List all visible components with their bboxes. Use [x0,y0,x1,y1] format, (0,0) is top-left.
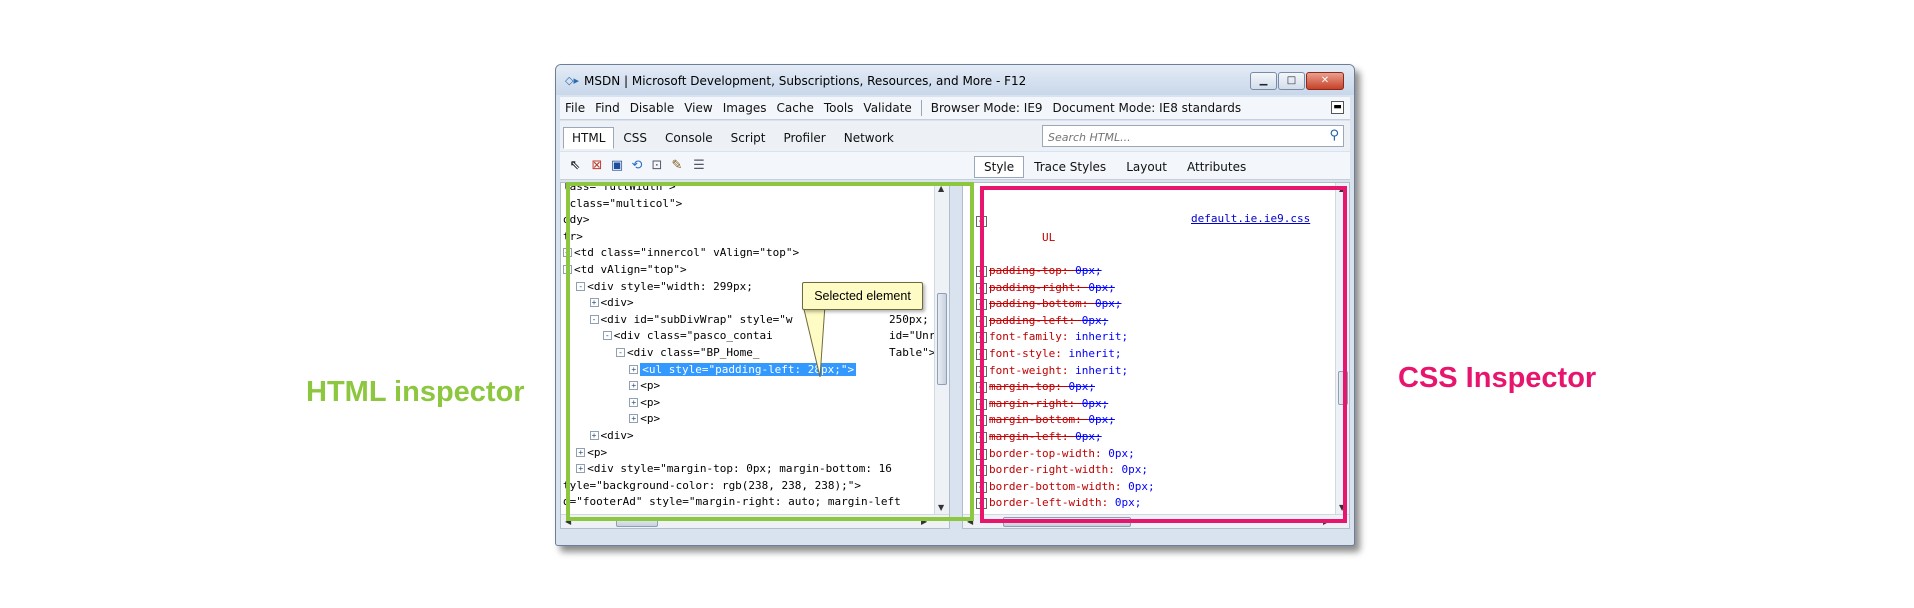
save-icon[interactable]: ▣ [608,157,626,175]
html-inspector-label: HTML inspector [306,376,525,408]
tab-trace-styles[interactable]: Trace Styles [1024,156,1116,178]
refresh-icon[interactable]: ⟲ [628,157,646,175]
edit-icon[interactable]: ✎ [668,157,686,175]
html-inspector-highlight [566,182,974,521]
toolbar: ⇖ ⊠ ▣ ⟲ ⊡ ✎ ☰ Style Trace Styles Layout … [560,152,1350,180]
search-box: ⚲ [1042,125,1344,148]
tab-profiler[interactable]: Profiler [774,127,834,149]
css-inspector-highlight [980,186,1347,523]
word-wrap-icon[interactable]: ☰ [690,157,708,175]
tab-script[interactable]: Script [722,127,775,149]
maximize-button[interactable]: □ [1278,72,1305,90]
css-property-row[interactable]: ✓border-right-style: none; [963,528,1333,529]
menu-bar: File Find Disable View Images Cache Tool… [560,97,1350,120]
menu-disable[interactable]: Disable [625,101,680,115]
clear-icon[interactable]: ⊠ [588,157,606,175]
search-input[interactable] [1043,127,1313,148]
menu-divider [920,100,922,116]
document-mode-menu[interactable]: Document Mode: IE8 standards [1048,101,1247,115]
devtools-icon: ◇▸ [565,74,579,87]
menu-images[interactable]: Images [718,101,772,115]
window-title: MSDN | Microsoft Development, Subscripti… [584,74,1027,88]
search-icon[interactable]: ⚲ [1329,128,1339,143]
tab-css[interactable]: CSS [614,127,656,149]
undock-icon[interactable]: ▬ [1331,101,1344,114]
tab-bar: HTML CSS Console Script Profiler Network… [560,121,1350,151]
tab-layout[interactable]: Layout [1116,156,1177,178]
title-bar: ◇▸ MSDN | Microsoft Development, Subscri… [556,65,1354,95]
menu-tools[interactable]: Tools [819,101,859,115]
menu-view[interactable]: View [679,101,717,115]
css-inspector-label: CSS Inspector [1398,362,1597,394]
menu-file[interactable]: File [560,101,590,115]
tab-style[interactable]: Style [974,156,1025,178]
tab-attributes[interactable]: Attributes [1177,156,1256,178]
tab-network[interactable]: Network [835,127,903,149]
minimize-button[interactable]: ▁ [1250,72,1277,90]
select-element-icon[interactable]: ⇖ [566,157,584,175]
close-button[interactable]: ✕ [1306,72,1344,90]
tab-console[interactable]: Console [656,127,722,149]
browser-mode-menu[interactable]: Browser Mode: IE9 [926,101,1048,115]
dom-icon[interactable]: ⊡ [648,157,666,175]
menu-validate[interactable]: Validate [858,101,916,115]
tab-html[interactable]: HTML [563,127,615,149]
menu-cache[interactable]: Cache [772,101,819,115]
menu-find[interactable]: Find [590,101,625,115]
